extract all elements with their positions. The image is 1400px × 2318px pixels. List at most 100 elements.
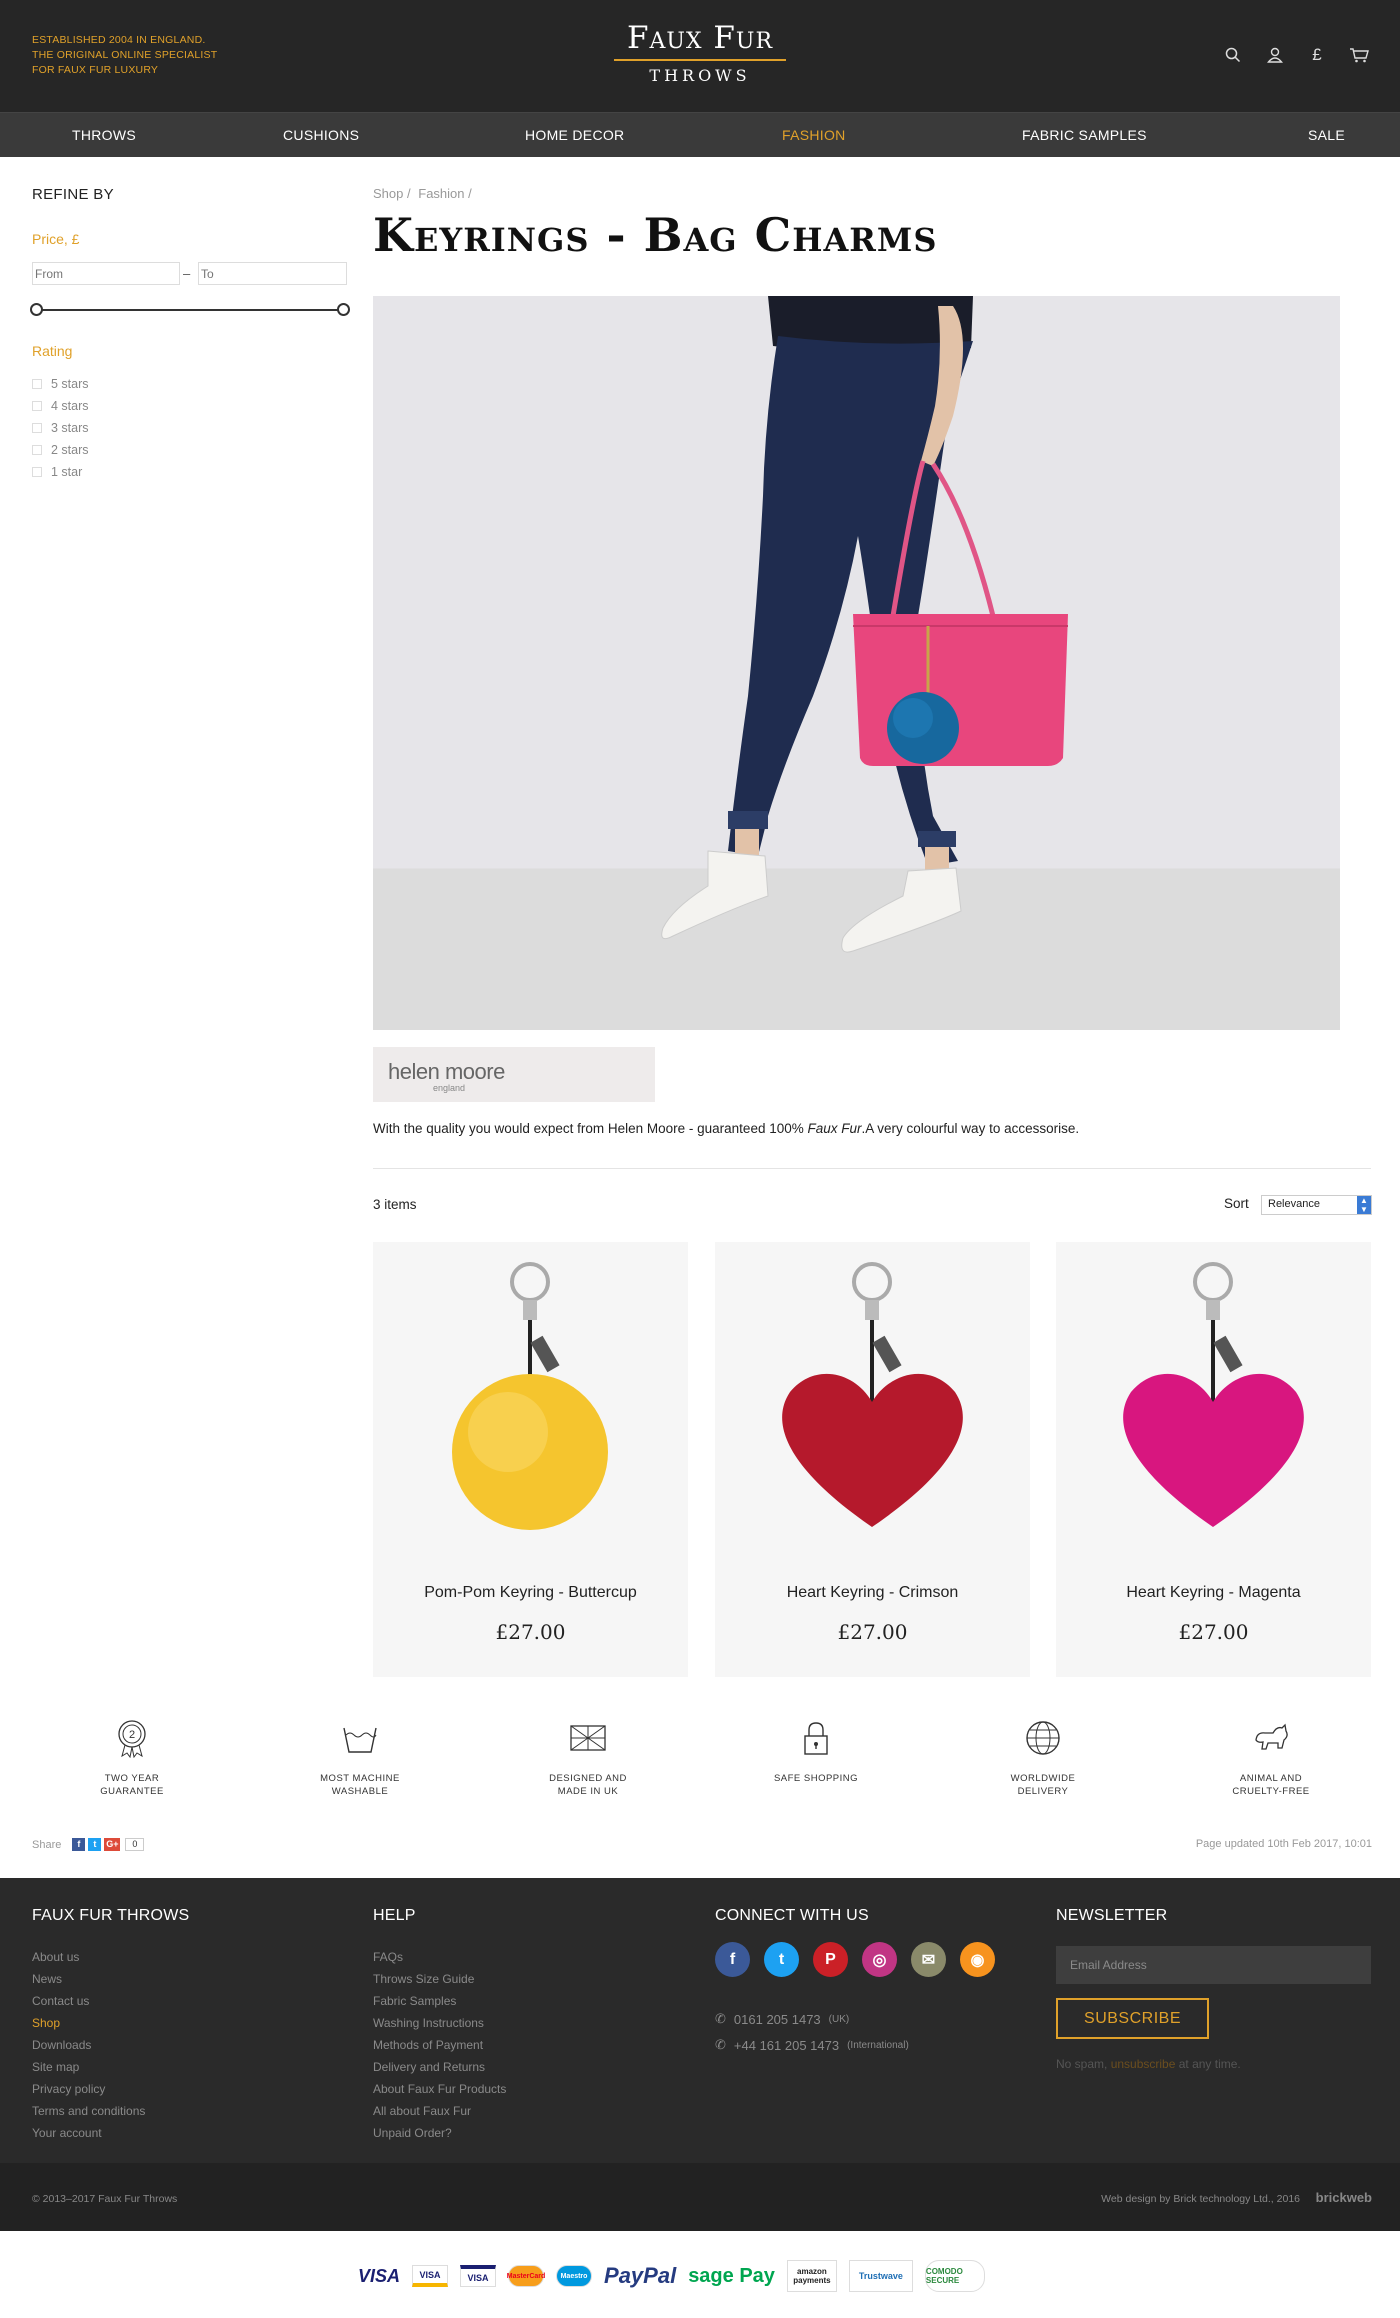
rating-option[interactable]: 1 star (32, 461, 89, 483)
price-filter-heading[interactable]: Price, £ (32, 231, 79, 247)
footer-link[interactable]: Terms and conditions (32, 2100, 189, 2122)
footer-link[interactable]: Fabric Samples (373, 1990, 506, 2012)
nospam-text: No spam, (1056, 2057, 1111, 2071)
product-card[interactable]: Heart Keyring - Crimson £27.00 (715, 1242, 1030, 1677)
footer-link-active[interactable]: Shop (32, 2012, 189, 2034)
tagline: ESTABLISHED 2004 IN ENGLAND. THE ORIGINA… (32, 33, 217, 78)
sagepay-logo: sage Pay (688, 2264, 775, 2287)
nav-item-cushions[interactable]: CUSHIONS (283, 113, 359, 158)
brand-logo[interactable]: helen moore england (373, 1047, 655, 1102)
rating-checkbox[interactable] (32, 379, 42, 389)
rating-checkbox[interactable] (32, 401, 42, 411)
visa-logo: VISA (358, 2265, 401, 2286)
footer-link[interactable]: Washing Instructions (373, 2012, 506, 2034)
brand-name: helen moore (388, 1059, 505, 1084)
twitter-share-icon[interactable]: t (88, 1838, 102, 1851)
footer-link[interactable]: About Faux Fur Products (373, 2078, 506, 2100)
product-card[interactable]: Heart Keyring - Magenta £27.00 (1056, 1242, 1371, 1677)
rating-checkbox[interactable] (32, 467, 42, 477)
feature-label: SAFE SHOPPING (773, 1773, 859, 1784)
product-name[interactable]: Heart Keyring - Magenta (1056, 1584, 1371, 1602)
nav-item-home-decor[interactable]: HOME DECOR (525, 113, 624, 158)
pinterest-icon[interactable]: P (813, 1942, 848, 1977)
footer-link[interactable]: Throws Size Guide (373, 1968, 506, 1990)
mastercard-logo: MasterCard (507, 2265, 545, 2287)
divider (373, 1168, 1371, 1169)
google-plus-share-icon[interactable]: G+ (104, 1838, 121, 1851)
phone-uk[interactable]: ✆ 0161 205 1473 (UK) (715, 2009, 995, 2029)
facebook-icon[interactable]: f (715, 1942, 750, 1977)
phone-international[interactable]: ✆ +44 161 205 1473 (International) (715, 2035, 995, 2055)
site-logo[interactable]: Faux Fur THROWS (600, 20, 800, 85)
footer-link[interactable]: About us (32, 1946, 189, 1968)
currency-icon[interactable]: £ (1306, 44, 1328, 66)
instagram-icon[interactable]: ◎ (862, 1942, 897, 1977)
rating-checkbox[interactable] (32, 423, 42, 433)
breadcrumb-separator: / (468, 186, 472, 201)
nav-item-fashion[interactable]: FASHION (782, 113, 846, 158)
logo-main-text: Faux Fur (626, 20, 774, 56)
footer-link[interactable]: News (32, 1968, 189, 1990)
footer-link[interactable]: All about Faux Fur (373, 2100, 506, 2122)
web-design-credit[interactable]: Web design by Brick technology Ltd., 201… (1101, 2193, 1300, 2205)
newsletter-email-input[interactable]: Email Address (1056, 1946, 1371, 1984)
product-price: £27.00 (837, 1620, 908, 1644)
price-slider[interactable] (30, 303, 350, 316)
product-card[interactable]: Pom-Pom Keyring - Buttercup £27.00 (373, 1242, 688, 1677)
logo-sub-text: THROWS (649, 66, 751, 85)
footer-link[interactable]: Methods of Payment (373, 2034, 506, 2056)
footer-link[interactable]: Unpaid Order? (373, 2122, 506, 2144)
slider-min-handle[interactable] (30, 303, 43, 316)
twitter-icon[interactable]: t (764, 1942, 799, 1977)
account-icon[interactable] (1264, 44, 1286, 66)
sort-value: Relevance (1268, 1198, 1320, 1210)
rating-filter-heading[interactable]: Rating (32, 343, 72, 359)
refine-heading: REFINE BY (32, 186, 114, 203)
feature-washable: MOST MACHINE WASHABLE (280, 1718, 440, 1798)
footer-link[interactable]: Delivery and Returns (373, 2056, 506, 2078)
nav-item-fabric-samples[interactable]: FABRIC SAMPLES (1022, 113, 1147, 158)
price-from-input[interactable] (32, 262, 180, 285)
footer-link[interactable]: Downloads (32, 2034, 189, 2056)
visa-debit-logo: VISA (460, 2265, 497, 2287)
items-count: 3 items (373, 1197, 417, 1212)
slider-max-handle[interactable] (337, 303, 350, 316)
rating-option[interactable]: 5 stars (32, 373, 89, 395)
rating-checkbox[interactable] (32, 445, 42, 455)
unsubscribe-link[interactable]: unsubscribe (1111, 2057, 1176, 2071)
product-name[interactable]: Pom-Pom Keyring - Buttercup (373, 1584, 688, 1602)
sort-select[interactable]: Relevance ▲ ▼ (1261, 1195, 1372, 1215)
footer-link[interactable]: FAQs (373, 1946, 506, 1968)
price-to-input[interactable] (198, 262, 347, 285)
price-range-dash: – (183, 266, 191, 281)
footer-link[interactable]: Privacy policy (32, 2078, 189, 2100)
email-icon[interactable]: ✉ (911, 1942, 946, 1977)
globe-icon (1026, 1721, 1060, 1755)
subscribe-button[interactable]: SUBSCRIBE (1056, 1998, 1209, 2039)
feature-label: WASHABLE (331, 1786, 389, 1797)
amazon-payments-logo: amazon payments (786, 2260, 837, 2292)
rating-label: 1 star (51, 465, 83, 479)
footer-link[interactable]: Contact us (32, 1990, 189, 2012)
footer-link[interactable]: Your account (32, 2122, 189, 2144)
nav-item-throws[interactable]: THROWS (72, 113, 136, 158)
footer-link[interactable]: Site map (32, 2056, 189, 2078)
rating-option[interactable]: 4 stars (32, 395, 89, 417)
breadcrumb-fashion[interactable]: Fashion (418, 186, 464, 201)
share-bar: Share f t G+ 0 (32, 1838, 145, 1851)
product-name[interactable]: Heart Keyring - Crimson (715, 1584, 1030, 1602)
rating-option[interactable]: 3 stars (32, 417, 89, 439)
brickweb-logo[interactable]: brickweb (1316, 2190, 1372, 2205)
footer-col-about: FAUX FUR THROWS About us News Contact us… (32, 1907, 189, 2144)
rss-icon[interactable]: ◉ (960, 1942, 995, 1977)
nav-item-sale[interactable]: SALE (1308, 113, 1345, 158)
rating-option[interactable]: 2 stars (32, 439, 89, 461)
search-icon[interactable] (1222, 44, 1244, 66)
cart-icon[interactable] (1348, 44, 1370, 66)
animal-icon (1255, 1723, 1288, 1750)
trustwave-logo: Trustwave (848, 2260, 913, 2292)
brand-sub: england (433, 1083, 466, 1093)
phone-icon: ✆ (715, 2037, 726, 2052)
breadcrumb-shop[interactable]: Shop (373, 186, 403, 201)
facebook-share-icon[interactable]: f (72, 1838, 86, 1851)
